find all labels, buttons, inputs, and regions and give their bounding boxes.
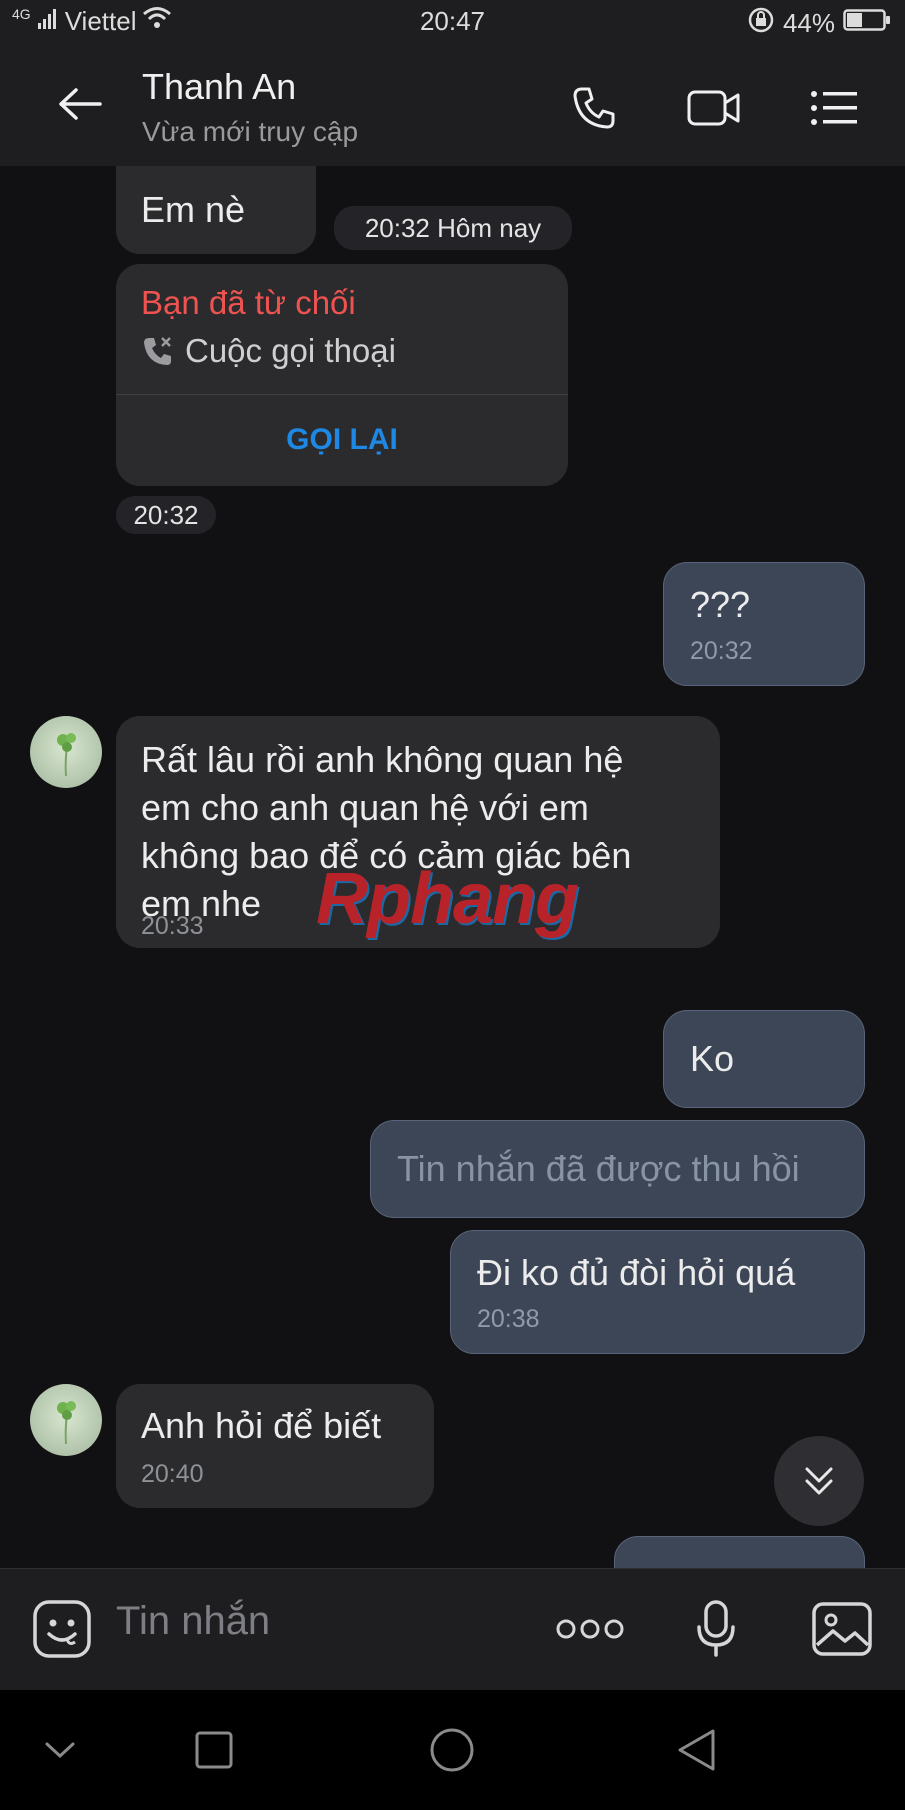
chat-options-button[interactable] xyxy=(804,80,864,136)
date-separator: 20:32 Hôm nay xyxy=(334,206,572,250)
nav-back-icon xyxy=(678,1729,715,1771)
clock: 20:47 xyxy=(419,6,486,36)
call-card: Bạn đã từ chối Cuộc gọi thoại GỌI LẠI xyxy=(116,264,568,486)
back-button[interactable] xyxy=(48,74,112,134)
missed-call-icon xyxy=(144,337,171,365)
nav-home-icon xyxy=(430,1728,474,1772)
message-time: 20:33 xyxy=(141,912,204,940)
emoji-icon xyxy=(33,1600,91,1658)
battery-percent: 44% xyxy=(782,8,835,38)
avatar[interactable] xyxy=(30,1384,102,1456)
status-bar: 4G Viettel 20:47 44% xyxy=(0,0,905,44)
message-text-line: em cho anh quan hệ với em xyxy=(141,787,589,828)
message-time: 20:32 xyxy=(690,637,753,665)
emoji-button[interactable] xyxy=(26,1593,98,1665)
call-status-title: Bạn đã từ chối xyxy=(141,284,356,321)
contact-name[interactable]: Thanh An xyxy=(142,66,296,108)
image-icon xyxy=(812,1602,872,1656)
call-time: 20:32 xyxy=(116,496,216,534)
message-time: 20:40 xyxy=(141,1460,204,1488)
video-call-icon xyxy=(687,90,740,126)
phone-icon xyxy=(573,87,615,129)
recalled-message[interactable]: Tin nhắn đã được thu hồi xyxy=(370,1120,865,1218)
message-text: Ko xyxy=(690,1038,735,1079)
back-arrow-icon xyxy=(59,88,102,120)
message-composer: Tin nhắn xyxy=(0,1568,905,1690)
microphone-icon xyxy=(697,1600,735,1657)
message-text: Anh hỏi để biết xyxy=(141,1405,382,1446)
message-text: Tin nhắn đã được thu hồi xyxy=(397,1148,800,1189)
message-bubble-incoming[interactable]: Em nè xyxy=(116,166,316,254)
nav-recent-icon xyxy=(195,1731,233,1769)
nav-home-button[interactable] xyxy=(416,1714,488,1786)
message-bubble-outgoing[interactable]: ??? 20:32 xyxy=(663,562,865,686)
battery-icon xyxy=(843,8,891,39)
message-text-line: Rất lâu rồi anh không quan hệ xyxy=(141,739,624,780)
message-text: Đi ko đủ đòi hỏi quá xyxy=(477,1252,796,1293)
message-bubble-outgoing[interactable]: Đi ko đủ đòi hỏi quá 20:38 xyxy=(450,1230,865,1354)
message-bubble-outgoing[interactable] xyxy=(614,1536,865,1568)
more-options-button[interactable] xyxy=(554,1593,626,1665)
system-navigation-bar xyxy=(0,1690,905,1810)
scroll-to-bottom-button[interactable] xyxy=(774,1436,864,1526)
message-list[interactable]: Em nè 20:32 Hôm nay Bạn đã từ chối Cuộc … xyxy=(0,166,905,1568)
video-call-button[interactable] xyxy=(684,80,744,136)
call-type-label: Cuộc gọi thoại xyxy=(185,332,396,369)
nav-down-icon xyxy=(45,1742,75,1759)
watermark-logo: Rphang xyxy=(316,859,579,939)
message-input[interactable]: Tin nhắn xyxy=(116,1599,270,1644)
nav-recent-button[interactable] xyxy=(178,1714,250,1786)
more-dots-icon xyxy=(556,1619,624,1639)
voice-message-button[interactable] xyxy=(680,1593,752,1665)
rotation-lock-icon xyxy=(747,6,775,41)
call-back-button[interactable]: GỌI LẠI xyxy=(116,394,568,486)
message-bubble-incoming[interactable]: Anh hỏi để biết 20:40 xyxy=(116,1384,434,1508)
avatar[interactable] xyxy=(30,716,102,788)
menu-list-icon xyxy=(811,91,857,125)
chat-header: Thanh An Vừa mới truy cập xyxy=(0,44,905,166)
message-bubble-outgoing[interactable]: Ko xyxy=(663,1010,865,1108)
contact-status: Vừa mới truy cập xyxy=(142,116,359,147)
message-text: Em nè xyxy=(141,189,246,230)
scroll-down-icon xyxy=(805,1467,833,1495)
message-time: 20:38 xyxy=(477,1305,540,1333)
nav-back-button[interactable] xyxy=(660,1714,732,1786)
image-picker-button[interactable] xyxy=(806,1593,878,1665)
voice-call-button[interactable] xyxy=(564,80,624,136)
nav-hide-button[interactable] xyxy=(24,1714,96,1786)
message-text: ??? xyxy=(690,584,751,625)
